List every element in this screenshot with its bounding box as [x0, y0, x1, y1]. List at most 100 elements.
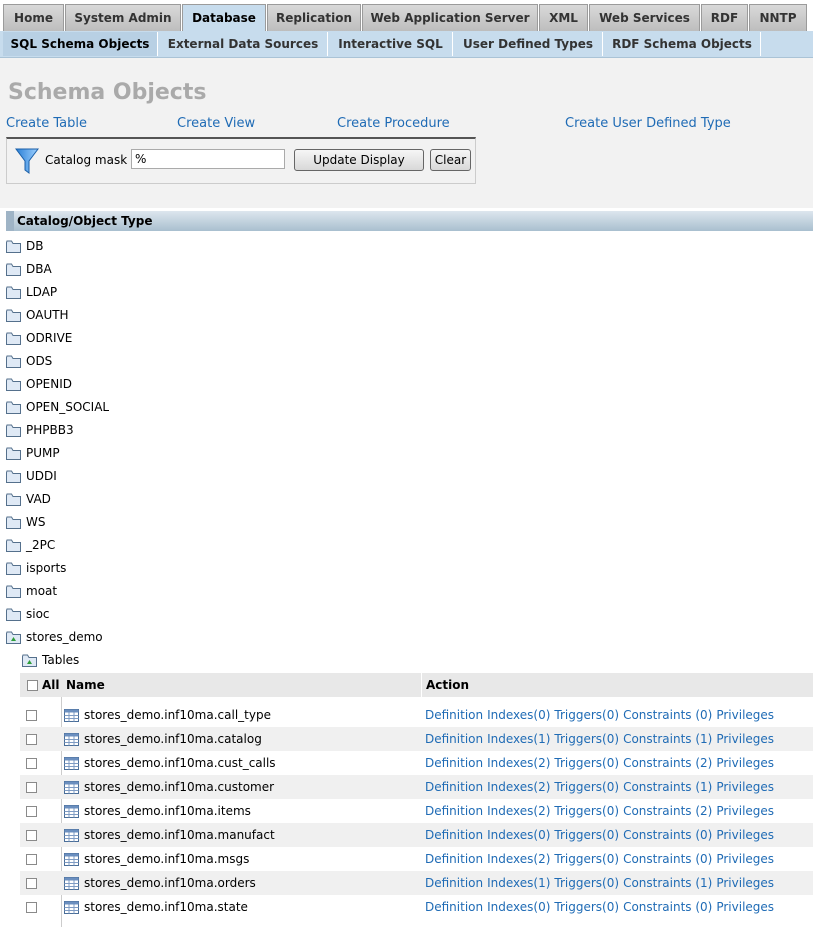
indexes-link[interactable]: Indexes(2)	[487, 756, 550, 770]
tree-node-phpbb3[interactable]: PHPBB3	[6, 419, 74, 441]
indexes-link[interactable]: Indexes(1)	[487, 876, 550, 890]
tree-node-label[interactable]: ODS	[26, 354, 52, 368]
constraints-link[interactable]: Constraints (1)	[623, 780, 712, 794]
triggers-link[interactable]: Triggers(0)	[554, 876, 619, 890]
row-checkbox[interactable]	[26, 734, 37, 745]
table-name[interactable]: stores_demo.inf10ma.items	[64, 799, 251, 823]
tree-node-label[interactable]: OAUTH	[26, 308, 69, 322]
tab-sql-schema-objects[interactable]: SQL Schema Objects	[3, 32, 158, 56]
tab-database[interactable]: Database	[182, 4, 266, 31]
row-checkbox[interactable]	[26, 854, 37, 865]
tree-node-label[interactable]: _2PC	[26, 538, 55, 552]
indexes-link[interactable]: Indexes(0)	[487, 900, 550, 914]
tree-node-label[interactable]: PUMP	[26, 446, 60, 460]
create-view-link[interactable]: Create View	[177, 116, 255, 131]
table-name[interactable]: stores_demo.inf10ma.manufact	[64, 823, 275, 847]
definition-link[interactable]: Definition	[425, 876, 483, 890]
tab-nntp[interactable]: NNTP	[749, 4, 807, 31]
tree-node-vad[interactable]: VAD	[6, 488, 51, 510]
indexes-link[interactable]: Indexes(2)	[487, 804, 550, 818]
constraints-link[interactable]: Constraints (2)	[623, 804, 712, 818]
indexes-link[interactable]: Indexes(0)	[487, 828, 550, 842]
definition-link[interactable]: Definition	[425, 780, 483, 794]
tab-system-admin[interactable]: System Admin	[65, 4, 181, 31]
constraints-link[interactable]: Constraints (2)	[623, 756, 712, 770]
constraints-link[interactable]: Constraints (0)	[623, 708, 712, 722]
indexes-link[interactable]: Indexes(1)	[487, 732, 550, 746]
tab-web-services[interactable]: Web Services	[589, 4, 700, 31]
constraints-link[interactable]: Constraints (0)	[623, 900, 712, 914]
tab-rdf-schema-objects[interactable]: RDF Schema Objects	[604, 32, 761, 56]
table-name[interactable]: stores_demo.inf10ma.state	[64, 895, 248, 919]
triggers-link[interactable]: Triggers(0)	[554, 756, 619, 770]
row-checkbox[interactable]	[26, 806, 37, 817]
table-name[interactable]: stores_demo.inf10ma.customer	[64, 775, 274, 799]
triggers-link[interactable]: Triggers(0)	[554, 708, 619, 722]
privileges-link[interactable]: Privileges	[716, 900, 774, 914]
tree-node-open-social[interactable]: OPEN_SOCIAL	[6, 396, 109, 418]
tree-node-moat[interactable]: moat	[6, 580, 57, 602]
privileges-link[interactable]: Privileges	[716, 780, 774, 794]
tree-node-label[interactable]: LDAP	[26, 285, 57, 299]
definition-link[interactable]: Definition	[425, 708, 483, 722]
catalog-mask-input[interactable]	[131, 149, 285, 169]
definition-link[interactable]: Definition	[425, 852, 483, 866]
tree-node-label[interactable]: sioc	[26, 607, 50, 621]
privileges-link[interactable]: Privileges	[716, 804, 774, 818]
create-user-defined-type-link[interactable]: Create User Defined Type	[565, 116, 731, 131]
indexes-link[interactable]: Indexes(2)	[487, 852, 550, 866]
tree-node-label[interactable]: OPEN_SOCIAL	[26, 400, 109, 414]
tree-node-db[interactable]: DB	[6, 235, 43, 257]
tree-node-label[interactable]: DB	[26, 239, 43, 253]
tab-user-defined-types[interactable]: User Defined Types	[454, 32, 603, 56]
row-checkbox[interactable]	[26, 902, 37, 913]
create-table-link[interactable]: Create Table	[6, 116, 87, 131]
tree-node-dba[interactable]: DBA	[6, 258, 52, 280]
definition-link[interactable]: Definition	[425, 804, 483, 818]
row-checkbox[interactable]	[26, 830, 37, 841]
col-name-header[interactable]: Name	[66, 673, 105, 697]
tree-node-ldap[interactable]: LDAP	[6, 281, 57, 303]
tree-node-sioc[interactable]: sioc	[6, 603, 50, 625]
row-checkbox[interactable]	[26, 782, 37, 793]
constraints-link[interactable]: Constraints (0)	[623, 828, 712, 842]
tree-node-label[interactable]: Tables	[42, 653, 79, 667]
definition-link[interactable]: Definition	[425, 732, 483, 746]
definition-link[interactable]: Definition	[425, 756, 483, 770]
create-procedure-link[interactable]: Create Procedure	[337, 116, 450, 131]
tab-web-application-server[interactable]: Web Application Server	[362, 4, 538, 31]
tab-xml[interactable]: XML	[539, 4, 588, 31]
privileges-link[interactable]: Privileges	[716, 756, 774, 770]
row-checkbox[interactable]	[26, 758, 37, 769]
update-display-button[interactable]: Update Display	[294, 149, 424, 171]
privileges-link[interactable]: Privileges	[716, 708, 774, 722]
constraints-link[interactable]: Constraints (1)	[623, 732, 712, 746]
indexes-link[interactable]: Indexes(2)	[487, 780, 550, 794]
tab-home[interactable]: Home	[3, 4, 64, 31]
clear-button[interactable]: Clear	[430, 149, 471, 171]
tree-node-label[interactable]: isports	[26, 561, 66, 575]
tree-node-label[interactable]: VAD	[26, 492, 51, 506]
table-name[interactable]: stores_demo.inf10ma.orders	[64, 871, 256, 895]
tree-node-openid[interactable]: OPENID	[6, 373, 72, 395]
tree-node-label[interactable]: OPENID	[26, 377, 72, 391]
tree-node-tables[interactable]: Tables	[22, 649, 79, 671]
table-name[interactable]: stores_demo.inf10ma.call_type	[64, 703, 271, 727]
tree-node-label[interactable]: UDDI	[26, 469, 57, 483]
tab-replication[interactable]: Replication	[267, 4, 361, 31]
tree-node-label[interactable]: PHPBB3	[26, 423, 74, 437]
triggers-link[interactable]: Triggers(0)	[554, 900, 619, 914]
tree-node-stores-demo[interactable]: stores_demo	[6, 626, 103, 648]
table-name[interactable]: stores_demo.inf10ma.cust_calls	[64, 751, 276, 775]
table-name[interactable]: stores_demo.inf10ma.msgs	[64, 847, 249, 871]
privileges-link[interactable]: Privileges	[716, 732, 774, 746]
tree-node-label[interactable]: ODRIVE	[26, 331, 72, 345]
indexes-link[interactable]: Indexes(0)	[487, 708, 550, 722]
triggers-link[interactable]: Triggers(0)	[554, 780, 619, 794]
definition-link[interactable]: Definition	[425, 828, 483, 842]
privileges-link[interactable]: Privileges	[716, 852, 774, 866]
tab-rdf[interactable]: RDF	[701, 4, 748, 31]
tree-node-uddi[interactable]: UDDI	[6, 465, 57, 487]
definition-link[interactable]: Definition	[425, 900, 483, 914]
privileges-link[interactable]: Privileges	[716, 876, 774, 890]
